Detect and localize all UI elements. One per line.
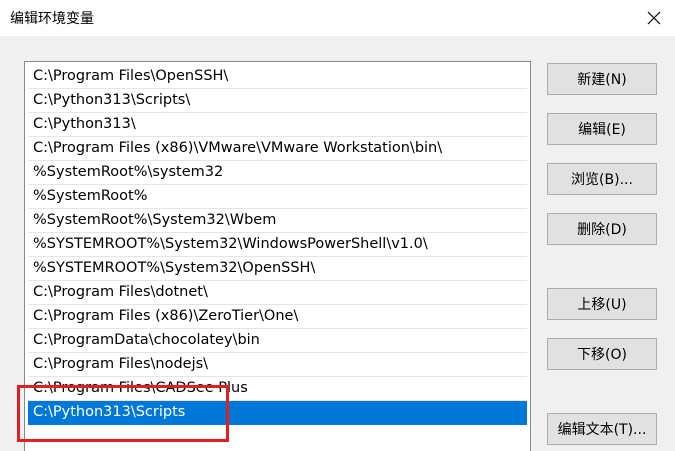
move-down-button[interactable]: 下移(O) — [547, 338, 657, 370]
path-list-item[interactable]: C:\Python313\Scripts\ — [28, 89, 527, 113]
window-title: 编辑环境变量 — [10, 11, 94, 27]
close-icon — [647, 11, 660, 25]
move-up-button[interactable]: 上移(U) — [547, 288, 657, 320]
path-list-item[interactable]: %SYSTEMROOT%\System32\OpenSSH\ — [28, 257, 527, 281]
path-list-item[interactable]: C:\Program Files\nodejs\ — [28, 353, 527, 377]
browse-button[interactable]: 浏览(B)... — [547, 163, 657, 195]
path-list-item[interactable]: C:\Program Files (x86)\VMware\VMware Wor… — [28, 137, 527, 161]
path-list-item[interactable]: C:\Program Files\CADSee Plus — [28, 377, 527, 401]
path-list-item[interactable]: C:\Program Files\OpenSSH\ — [28, 65, 527, 89]
title-bar: 编辑环境变量 — [0, 0, 675, 36]
path-list-item[interactable]: C:\Python313\Scripts — [28, 401, 527, 425]
new-button[interactable]: 新建(N) — [547, 63, 657, 95]
path-list[interactable]: C:\Program Files\OpenSSH\ C:\Python313\Sc… — [24, 61, 531, 451]
path-list-item[interactable]: C:\Program Files (x86)\ZeroTier\One\ — [28, 305, 527, 329]
path-list-item[interactable]: %SYSTEMROOT%\System32\WindowsPowerShell\… — [28, 233, 527, 257]
path-list-item[interactable]: %SystemRoot%\System32\Wbem — [28, 209, 527, 233]
delete-button[interactable]: 删除(D) — [547, 213, 657, 245]
path-list-item[interactable]: %SystemRoot% — [28, 185, 527, 209]
path-list-item[interactable]: C:\Program Files\dotnet\ — [28, 281, 527, 305]
path-list-item[interactable]: %SystemRoot%\system32 — [28, 161, 527, 185]
path-list-item[interactable]: C:\ProgramData\chocolatey\bin — [28, 329, 527, 353]
edit-button[interactable]: 编辑(E) — [547, 113, 657, 145]
close-button[interactable] — [632, 0, 675, 36]
path-list-item[interactable]: C:\Python313\ — [28, 113, 527, 137]
edit-text-button[interactable]: 编辑文本(T)... — [547, 413, 657, 445]
